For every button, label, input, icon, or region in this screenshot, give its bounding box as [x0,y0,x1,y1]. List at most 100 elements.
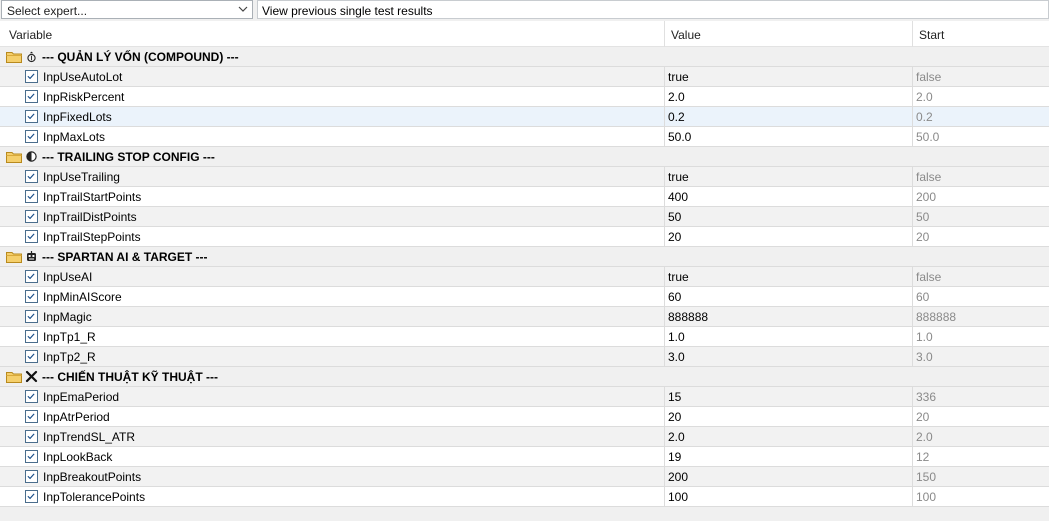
cell-divider [912,127,913,147]
parameter-row[interactable]: InpTolerancePoints 100 100 [0,487,1049,507]
parameter-start[interactable]: 200 [916,190,936,204]
parameter-row[interactable]: InpMagic 888888 888888 [0,307,1049,327]
parameter-start[interactable]: 60 [916,290,929,304]
view-previous-results-button[interactable]: View previous single test results [257,0,1049,19]
parameter-checkbox[interactable] [25,350,38,363]
parameter-row[interactable]: InpUseAI true false [0,267,1049,287]
column-header-start[interactable]: Start [919,28,944,42]
parameter-row[interactable]: InpTp1_R 1.0 1.0 [0,327,1049,347]
parameter-value[interactable]: 60 [668,290,681,304]
parameter-row[interactable]: InpMaxLots 50.0 50.0 [0,127,1049,147]
parameter-start[interactable]: 2.0 [916,430,933,444]
column-header-variable[interactable]: Variable [9,28,52,42]
parameter-checkbox[interactable] [25,190,38,203]
parameter-value[interactable]: 2.0 [668,430,685,444]
folder-icon[interactable] [6,151,22,163]
parameter-value[interactable]: 20 [668,410,681,424]
parameter-row[interactable]: InpBreakoutPoints 200 150 [0,467,1049,487]
parameter-checkbox[interactable] [25,70,38,83]
parameter-row[interactable]: InpTrailStepPoints 20 20 [0,227,1049,247]
parameter-checkbox[interactable] [25,170,38,183]
cell-divider [664,167,665,187]
parameter-start[interactable]: false [916,70,941,84]
group-row[interactable]: --- QUẢN LÝ VỐN (COMPOUND) --- [0,47,1049,67]
parameter-checkbox[interactable] [25,230,38,243]
folder-icon[interactable] [6,251,22,263]
cell-divider [912,187,913,207]
parameter-value[interactable]: true [668,170,689,184]
parameter-row[interactable]: InpAtrPeriod 20 20 [0,407,1049,427]
expert-select[interactable]: Select expert... [1,0,253,19]
parameter-row[interactable]: InpMinAIScore 60 60 [0,287,1049,307]
parameter-start[interactable]: 50 [916,210,929,224]
parameter-checkbox[interactable] [25,450,38,463]
parameter-start[interactable]: 12 [916,450,929,464]
column-header-value[interactable]: Value [671,28,701,42]
parameter-value[interactable]: 50 [668,210,681,224]
parameter-row[interactable]: InpTrailDistPoints 50 50 [0,207,1049,227]
parameter-checkbox[interactable] [25,470,38,483]
group-row[interactable]: --- CHIẾN THUẬT KỸ THUẬT --- [0,367,1049,387]
parameter-checkbox[interactable] [25,130,38,143]
parameter-row[interactable]: InpLookBack 19 12 [0,447,1049,467]
parameter-checkbox[interactable] [25,330,38,343]
crossed-swords-icon [25,370,38,383]
cell-divider [664,267,665,287]
column-divider[interactable] [664,21,665,47]
folder-icon[interactable] [6,371,22,383]
parameter-start[interactable]: false [916,270,941,284]
parameter-start[interactable]: 1.0 [916,330,933,344]
parameter-value[interactable]: 0.2 [668,110,685,124]
parameter-checkbox[interactable] [25,290,38,303]
parameter-value[interactable]: true [668,270,689,284]
parameter-name: InpTrailStepPoints [43,230,141,244]
parameter-checkbox[interactable] [25,270,38,283]
cell-divider [664,467,665,487]
parameter-row[interactable]: InpTrailStartPoints 400 200 [0,187,1049,207]
parameter-value[interactable]: 20 [668,230,681,244]
folder-icon[interactable] [6,51,22,63]
column-divider[interactable] [912,21,913,47]
parameter-value[interactable]: 50.0 [668,130,691,144]
parameter-start[interactable]: 3.0 [916,350,933,364]
parameter-start[interactable]: 100 [916,490,936,504]
parameter-checkbox[interactable] [25,90,38,103]
parameter-checkbox[interactable] [25,390,38,403]
group-row[interactable]: --- SPARTAN AI & TARGET --- [0,247,1049,267]
parameter-start[interactable]: 2.0 [916,90,933,104]
parameter-start[interactable]: 20 [916,410,929,424]
parameter-value[interactable]: 1.0 [668,330,685,344]
cell-divider [912,387,913,407]
parameter-start[interactable]: 20 [916,230,929,244]
parameter-value[interactable]: 400 [668,190,688,204]
parameter-value[interactable]: true [668,70,689,84]
parameter-value[interactable]: 2.0 [668,90,685,104]
parameter-value[interactable]: 15 [668,390,681,404]
parameter-start[interactable]: 336 [916,390,936,404]
parameter-row[interactable]: InpUseTrailing true false [0,167,1049,187]
parameter-value[interactable]: 100 [668,490,688,504]
parameter-checkbox[interactable] [25,430,38,443]
parameter-row[interactable]: InpFixedLots 0.2 0.2 [0,107,1049,127]
parameter-row[interactable]: InpEmaPeriod 15 336 [0,387,1049,407]
parameter-start[interactable]: 888888 [916,310,956,324]
parameter-start[interactable]: false [916,170,941,184]
parameter-row[interactable]: InpTp2_R 3.0 3.0 [0,347,1049,367]
parameter-value[interactable]: 3.0 [668,350,685,364]
parameter-start[interactable]: 0.2 [916,110,933,124]
parameter-checkbox[interactable] [25,310,38,323]
parameter-checkbox[interactable] [25,110,38,123]
parameter-row[interactable]: InpRiskPercent 2.0 2.0 [0,87,1049,107]
parameter-value[interactable]: 19 [668,450,681,464]
parameter-checkbox[interactable] [25,410,38,423]
parameter-row[interactable]: InpTrendSL_ATR 2.0 2.0 [0,427,1049,447]
parameter-value[interactable]: 200 [668,470,688,484]
parameter-checkbox[interactable] [25,490,38,503]
group-row[interactable]: --- TRAILING STOP CONFIG --- [0,147,1049,167]
parameter-value[interactable]: 888888 [668,310,708,324]
parameter-start[interactable]: 150 [916,470,936,484]
expert-select-text: Select expert... [7,4,88,18]
parameter-row[interactable]: InpUseAutoLot true false [0,67,1049,87]
parameter-checkbox[interactable] [25,210,38,223]
parameter-start[interactable]: 50.0 [916,130,939,144]
